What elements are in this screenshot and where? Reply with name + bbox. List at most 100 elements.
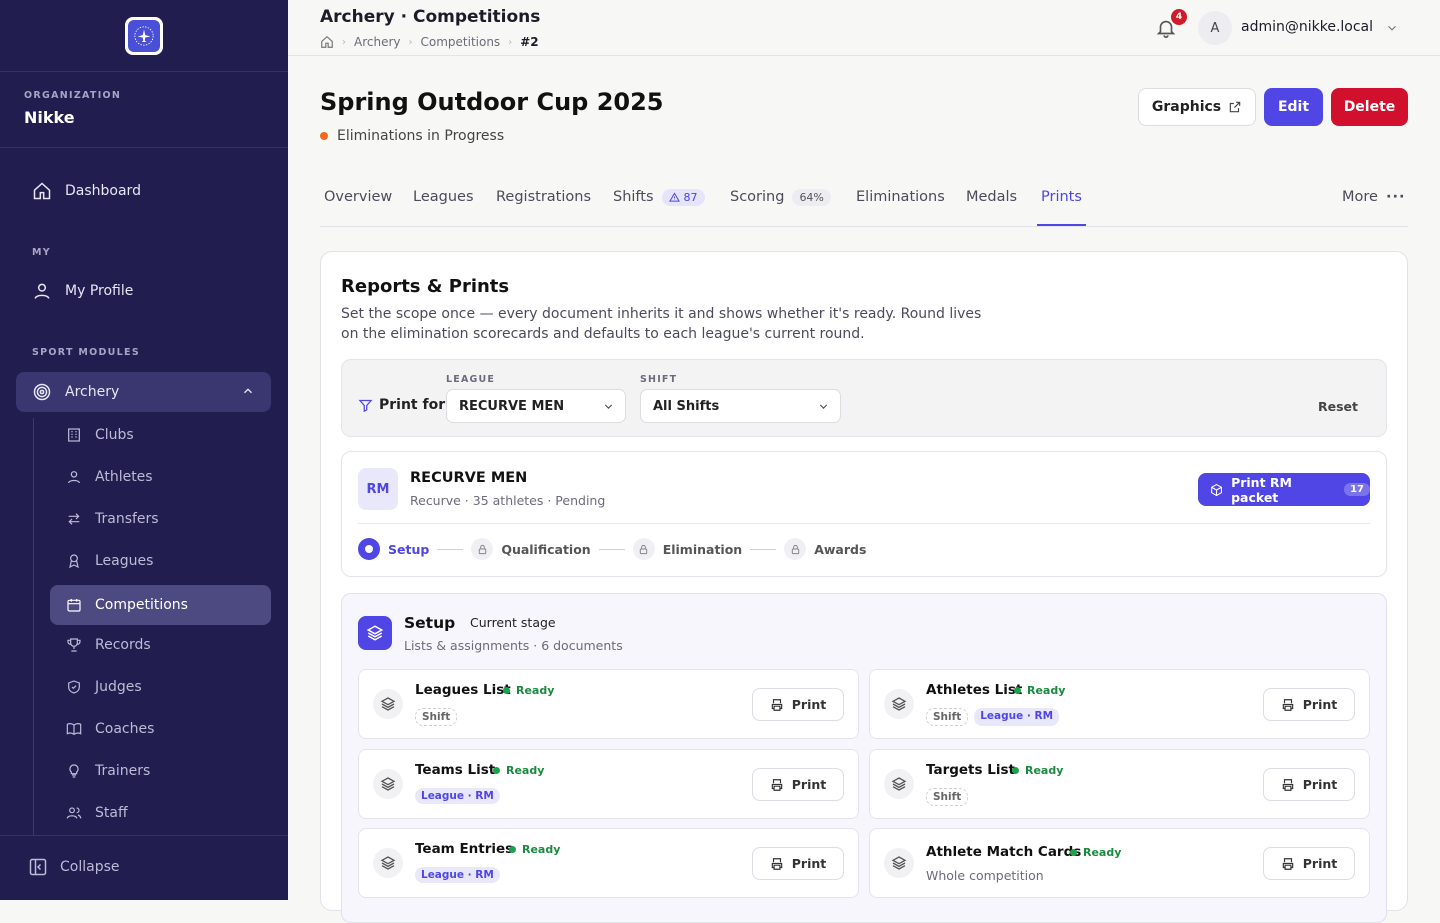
step-qualification[interactable]: Qualification	[471, 538, 625, 560]
status-label: Ready	[516, 684, 555, 697]
nav-staff[interactable]: Staff	[66, 805, 128, 821]
step-elimination[interactable]: Elimination	[632, 538, 777, 560]
stage-stepper: Setup Qualification Elimination Awards	[358, 538, 866, 560]
step-connector	[750, 548, 777, 550]
breadcrumb-archery[interactable]: Archery	[354, 35, 401, 49]
nav-judges[interactable]: Judges	[66, 679, 142, 695]
document-card: Team Entries Ready League · RM Print	[358, 828, 859, 898]
step-label: Qualification	[501, 541, 591, 557]
print-packet-button[interactable]: Print RM packet 17	[1198, 473, 1370, 506]
step-active-icon	[358, 538, 380, 560]
nav-dashboard[interactable]: Dashboard	[32, 181, 141, 201]
notification-badge: 4	[1171, 9, 1187, 25]
league-caption: LEAGUE	[446, 374, 496, 385]
tab-label: Shifts	[613, 189, 654, 205]
lock-icon	[632, 538, 655, 560]
ready-status: Ready	[1070, 846, 1121, 859]
book-icon	[66, 723, 82, 736]
more-dots-icon: ···	[1385, 189, 1406, 205]
home-icon[interactable]	[320, 35, 334, 49]
league-select[interactable]: RECURVE MEN	[446, 389, 626, 423]
target-icon	[33, 383, 51, 401]
tab-label: Leagues	[413, 189, 474, 205]
step-connector	[437, 548, 464, 550]
print-button[interactable]: Print	[752, 688, 844, 721]
tab-label: Medals	[966, 189, 1018, 205]
users-icon	[66, 807, 82, 819]
step-label: Setup	[388, 541, 430, 557]
shift-select[interactable]: All Shifts	[640, 389, 841, 423]
reset-button[interactable]: Reset	[1318, 399, 1358, 414]
divider	[0, 835, 288, 836]
chevron-down-icon[interactable]	[1385, 21, 1399, 35]
graphics-label: Graphics	[1151, 99, 1222, 115]
nav-label: Trainers	[95, 763, 151, 779]
trophy-icon	[67, 638, 81, 652]
top-bar: Archery · Competitions › Archery › Compe…	[288, 0, 1440, 56]
status-label: Ready	[1027, 684, 1066, 697]
avatar[interactable]: A	[1198, 11, 1232, 45]
user-icon	[34, 283, 50, 299]
tab-label: Registrations	[496, 189, 591, 205]
nav-leagues[interactable]: Leagues	[66, 553, 153, 569]
chevron-right-icon: ›	[508, 36, 513, 48]
breadcrumb-current: #2	[520, 35, 539, 49]
my-caption: MY	[32, 247, 51, 258]
league-card: RM RECURVE MEN Recurve · 35 athletes · P…	[341, 451, 1387, 577]
print-button[interactable]: Print	[1263, 768, 1355, 801]
user-email[interactable]: admin@nikke.local	[1241, 19, 1373, 35]
nav-my-profile[interactable]: My Profile	[32, 281, 133, 301]
chevron-right-icon: ›	[342, 36, 346, 48]
delete-button[interactable]: Delete	[1331, 88, 1408, 126]
printer-icon	[1282, 698, 1293, 711]
print-label: Print	[791, 697, 827, 712]
ready-status: Ready	[503, 684, 554, 697]
edit-button[interactable]: Edit	[1264, 88, 1323, 126]
print-button[interactable]: Print	[752, 847, 844, 880]
nav-competitions[interactable]: Competitions	[50, 585, 271, 625]
league-tag: League · RM	[415, 788, 500, 804]
tab-leagues[interactable]: Leagues	[413, 180, 474, 226]
nav-trainers[interactable]: Trainers	[66, 763, 150, 779]
print-label: Print	[791, 856, 827, 871]
tab-scoring[interactable]: Scoring 64%	[730, 180, 831, 226]
nav-transfers[interactable]: Transfers	[66, 511, 159, 527]
step-awards[interactable]: Awards	[784, 538, 866, 560]
printer-icon	[771, 778, 782, 791]
print-button[interactable]: Print	[1263, 688, 1355, 721]
breadcrumb: › Archery › Competitions › #2	[320, 35, 539, 49]
print-button[interactable]: Print	[1263, 847, 1355, 880]
breadcrumb-competitions[interactable]: Competitions	[421, 35, 501, 49]
org-logo[interactable]	[125, 17, 163, 55]
ready-status: Ready	[493, 764, 544, 777]
graphics-button[interactable]: Graphics	[1138, 88, 1256, 126]
nav-clubs[interactable]: Clubs	[66, 427, 134, 443]
collapse-button[interactable]: Collapse	[28, 857, 120, 877]
warning-badge: 87	[661, 189, 705, 206]
tab-registrations[interactable]: Registrations	[496, 180, 591, 226]
reports-title: Reports & Prints	[341, 276, 510, 297]
tab-eliminations[interactable]: Eliminations	[856, 180, 945, 226]
print-button[interactable]: Print	[752, 768, 844, 801]
nav-records[interactable]: Records	[66, 637, 151, 653]
nav-coaches[interactable]: Coaches	[66, 721, 154, 737]
nav-label: Coaches	[95, 721, 155, 737]
nav-archery[interactable]: Archery	[16, 372, 271, 412]
stage-meta: Lists & assignments · 6 documents	[404, 638, 623, 653]
status-label: Ready	[522, 843, 561, 856]
tab-overview[interactable]: Overview	[324, 180, 392, 226]
tab-prints[interactable]: Prints	[1037, 180, 1086, 226]
tab-shifts[interactable]: Shifts 87	[613, 180, 705, 226]
league-code-badge: RM	[358, 468, 398, 510]
tab-medals[interactable]: Medals	[966, 180, 1017, 226]
reports-card: Reports & Prints Set the scope once — ev…	[320, 251, 1408, 923]
step-setup[interactable]: Setup	[358, 538, 464, 560]
shift-select-value: All Shifts	[653, 398, 720, 414]
nav-label: Archery	[65, 384, 120, 400]
step-label: Awards	[814, 541, 867, 557]
tab-more[interactable]: More ···	[1342, 180, 1405, 226]
step-label: Elimination	[662, 541, 743, 557]
nav-athletes[interactable]: Athletes	[66, 469, 153, 485]
ribbon-icon	[69, 554, 79, 569]
layers-icon	[373, 689, 403, 719]
